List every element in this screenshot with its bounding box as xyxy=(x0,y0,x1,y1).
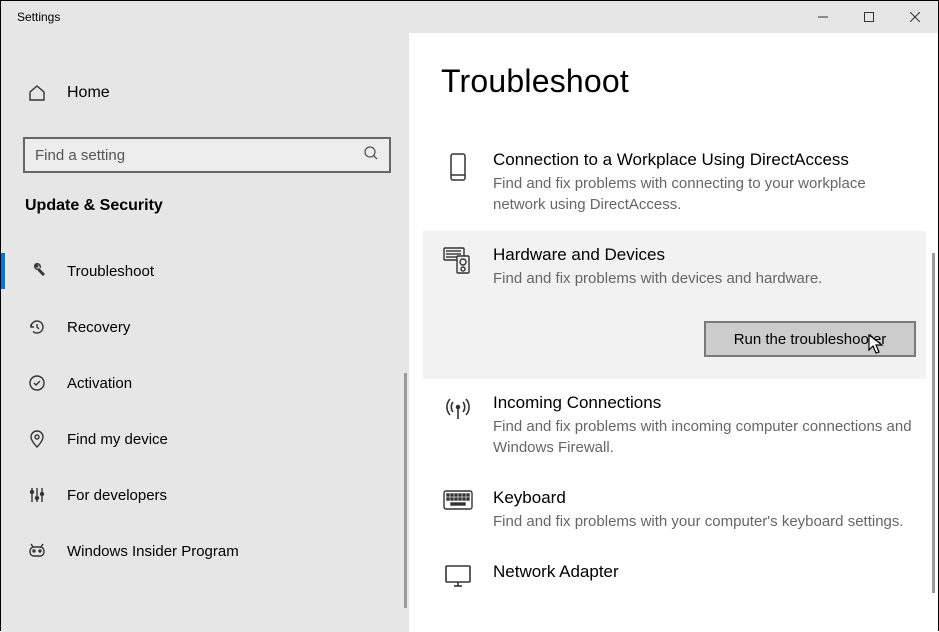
wrench-icon xyxy=(25,259,49,283)
sidebar-item-windows-insider[interactable]: Windows Insider Program xyxy=(1,523,409,579)
troubleshoot-item-hardware[interactable]: Hardware and Devices Find and fix proble… xyxy=(423,231,926,379)
window-title: Settings xyxy=(1,10,60,24)
run-troubleshooter-button[interactable]: Run the troubleshooter xyxy=(704,321,916,357)
search-box[interactable] xyxy=(23,137,391,173)
sidebar-item-label: Recovery xyxy=(67,319,130,336)
troubleshoot-item-desc: Find and fix problems with incoming comp… xyxy=(493,416,916,458)
sidebar-item-label: Windows Insider Program xyxy=(67,543,239,560)
troubleshoot-item-network-adapter[interactable]: Network Adapter xyxy=(441,548,916,608)
run-troubleshooter-label: Run the troubleshooter xyxy=(734,331,887,348)
minimize-button[interactable] xyxy=(800,1,846,33)
troubleshoot-item-title: Network Adapter xyxy=(493,562,916,582)
troubleshoot-item-title: Hardware and Devices xyxy=(493,245,916,265)
troubleshoot-item-title: Keyboard xyxy=(493,488,916,508)
maximize-icon xyxy=(864,12,874,22)
sidebar-item-find-my-device[interactable]: Find my device xyxy=(1,411,409,467)
insider-icon xyxy=(25,539,49,563)
maximize-button[interactable] xyxy=(846,1,892,33)
minimize-icon xyxy=(818,12,828,22)
antenna-icon xyxy=(441,393,475,423)
page-title: Troubleshoot xyxy=(441,63,916,100)
troubleshoot-item-desc: Find and fix problems with your computer… xyxy=(493,511,916,532)
troubleshoot-item-desc: Find and fix problems with devices and h… xyxy=(493,268,916,289)
content-pane: Troubleshoot Connection to a Workplace U… xyxy=(409,33,938,632)
close-button[interactable] xyxy=(892,1,938,33)
sidebar-item-troubleshoot[interactable]: Troubleshoot xyxy=(1,243,409,299)
check-circle-icon xyxy=(25,371,49,395)
category-heading: Update & Security xyxy=(1,197,409,215)
troubleshoot-item-keyboard[interactable]: Keyboard Find and fix problems with your… xyxy=(441,474,916,548)
hardware-icon xyxy=(441,245,475,275)
content-scrollbar[interactable] xyxy=(932,253,935,593)
troubleshoot-item-title: Incoming Connections xyxy=(493,393,916,413)
home-icon xyxy=(25,81,49,105)
troubleshoot-item-directaccess[interactable]: Connection to a Workplace Using DirectAc… xyxy=(441,136,916,231)
troubleshoot-item-title: Connection to a Workplace Using DirectAc… xyxy=(493,150,916,170)
home-label: Home xyxy=(67,84,110,102)
close-icon xyxy=(910,12,920,22)
keyboard-icon xyxy=(441,488,475,518)
phone-icon xyxy=(441,150,475,180)
title-bar: Settings xyxy=(1,1,938,33)
search-icon xyxy=(363,145,379,166)
troubleshoot-item-incoming[interactable]: Incoming Connections Find and fix proble… xyxy=(441,379,916,474)
sidebar: Home Update & Security Troubleshoot Reco… xyxy=(1,33,409,632)
home-nav[interactable]: Home xyxy=(1,73,409,113)
sidebar-item-recovery[interactable]: Recovery xyxy=(1,299,409,355)
sidebar-item-label: Troubleshoot xyxy=(67,263,154,280)
sidebar-item-label: For developers xyxy=(67,487,167,504)
search-input[interactable] xyxy=(35,147,363,164)
sidebar-item-label: Find my device xyxy=(67,431,168,448)
sidebar-item-label: Activation xyxy=(67,375,132,392)
location-icon xyxy=(25,427,49,451)
monitor-icon xyxy=(441,562,475,592)
sidebar-item-for-developers[interactable]: For developers xyxy=(1,467,409,523)
sidebar-scrollbar[interactable] xyxy=(404,373,407,608)
troubleshoot-item-desc: Find and fix problems with connecting to… xyxy=(493,173,916,215)
sidebar-item-activation[interactable]: Activation xyxy=(1,355,409,411)
sliders-icon xyxy=(25,483,49,507)
history-icon xyxy=(25,315,49,339)
